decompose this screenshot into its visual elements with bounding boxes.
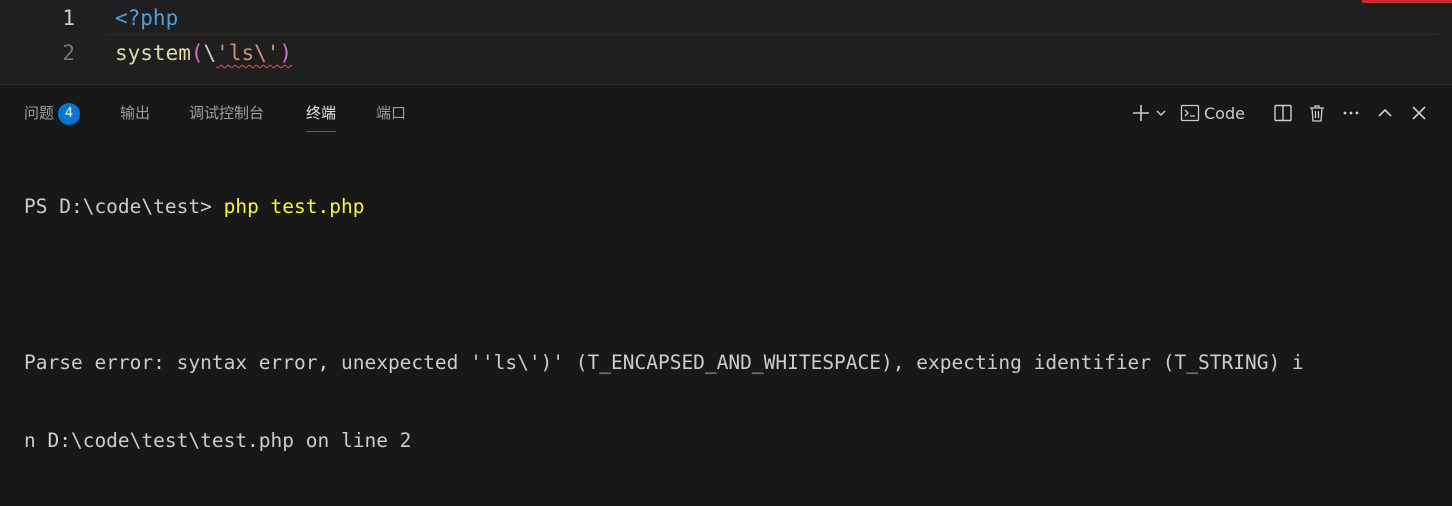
- code-text[interactable]: system(\'ls\'): [115, 36, 292, 70]
- string-literal-error: 'ls\': [216, 41, 280, 65]
- problems-count-badge: 4: [58, 103, 81, 125]
- open-paren: (: [190, 41, 204, 65]
- terminal-prompt: PS D:\code\test>: [24, 195, 224, 218]
- line-number: 2: [62, 41, 75, 65]
- plus-icon: [1133, 105, 1149, 121]
- code-editor[interactable]: 1 <?php 2 system(\'ls\'): [0, 0, 1452, 84]
- terminal-icon: [1180, 104, 1200, 122]
- tab-label: 输出: [120, 104, 151, 122]
- more-actions-button[interactable]: [1340, 99, 1362, 127]
- tab-terminal[interactable]: 终端: [306, 85, 337, 132]
- function-name: system: [115, 41, 191, 65]
- tab-label: 问题: [24, 104, 55, 122]
- code-line[interactable]: 1 <?php: [0, 1, 1452, 35]
- terminal-name: Code: [1204, 103, 1245, 123]
- tab-label: 调试控制台: [189, 104, 265, 122]
- tab-label: 端口: [376, 104, 407, 122]
- backslash-token: \: [203, 41, 217, 65]
- chevron-up-icon: [1378, 108, 1392, 117]
- tab-debug-console[interactable]: 调试控制台: [189, 85, 264, 131]
- tab-label: 终端: [306, 104, 337, 122]
- terminal-error-line: Parse error: syntax error, unexpected ''…: [24, 351, 1304, 374]
- chevron-down-icon: [1156, 110, 1166, 116]
- php-open-tag: <?php: [115, 6, 179, 30]
- terminal-prompt-line: PS D:\code\test> php test.php: [24, 194, 1444, 220]
- code-line[interactable]: 2 system(\'ls\'): [0, 36, 1452, 70]
- current-line-highlight: [108, 34, 1438, 35]
- terminal-dropdown-button[interactable]: [1154, 99, 1168, 127]
- kill-terminal-button[interactable]: [1306, 99, 1328, 127]
- tab-output[interactable]: 输出: [120, 85, 150, 131]
- line-number: 1: [62, 6, 75, 30]
- trash-icon: [1310, 105, 1324, 122]
- new-terminal-button[interactable]: [1130, 99, 1152, 127]
- code-text[interactable]: <?php: [115, 1, 178, 35]
- close-icon: [1412, 106, 1426, 120]
- split-terminal-button[interactable]: [1272, 99, 1294, 127]
- split-panel-icon: [1274, 104, 1292, 122]
- terminal-instance-button[interactable]: Code: [1180, 99, 1260, 127]
- panel-actions: Code: [1122, 85, 1452, 141]
- close-paren: ): [279, 41, 293, 65]
- maximize-panel-button[interactable]: [1374, 99, 1396, 127]
- terminal-command: php test.php: [223, 195, 365, 218]
- ellipsis-icon: [1343, 111, 1359, 115]
- terminal-error-line: n D:\code\test\test.php on line 2: [24, 429, 412, 452]
- close-panel-button[interactable]: [1408, 99, 1430, 127]
- terminal-output[interactable]: PS D:\code\test> php test.php Parse erro…: [24, 142, 1444, 506]
- tab-problems[interactable]: 问题 4: [24, 85, 81, 131]
- bottom-panel: 问题 4 输出 调试控制台 终端 端口 Code PS D:\code\test…: [0, 84, 1452, 452]
- tab-ports[interactable]: 端口: [376, 85, 406, 131]
